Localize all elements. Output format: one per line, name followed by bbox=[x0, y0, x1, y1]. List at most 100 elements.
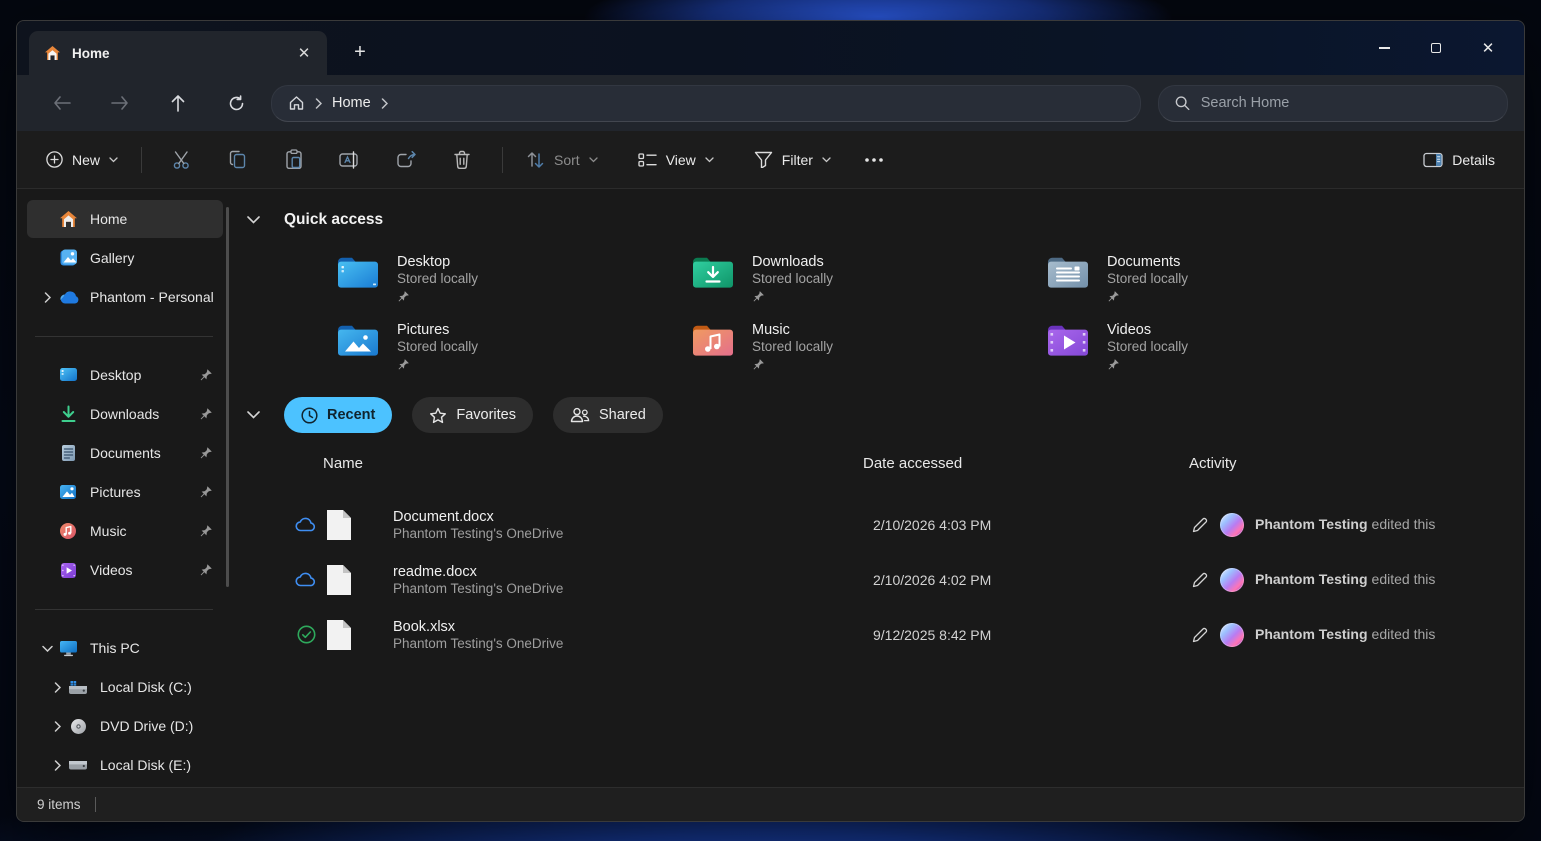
toolbar-divider bbox=[502, 147, 503, 173]
breadcrumb-chevron-icon bbox=[315, 98, 322, 109]
folder-desktop-icon bbox=[335, 253, 381, 291]
maximize-button[interactable] bbox=[1410, 31, 1462, 65]
expand-chevron-icon[interactable] bbox=[47, 682, 67, 693]
new-button[interactable]: New bbox=[35, 141, 129, 179]
tab-home[interactable]: Home ✕ bbox=[29, 31, 327, 75]
sidebar-item-local-disk-c[interactable]: Local Disk (C:) bbox=[37, 668, 223, 706]
column-header-date[interactable]: Date accessed bbox=[863, 455, 962, 472]
address-bar[interactable]: Home bbox=[271, 85, 1141, 122]
folder-music-icon bbox=[690, 321, 736, 359]
sidebar-item-documents[interactable]: Documents bbox=[27, 434, 223, 472]
folder-videos-icon bbox=[1045, 321, 1091, 359]
tile-downloads[interactable]: Downloads Stored locally bbox=[690, 253, 1045, 303]
filter-button[interactable]: Filter bbox=[743, 141, 842, 179]
new-button-label: New bbox=[72, 152, 100, 168]
sidebar-item-music[interactable]: Music bbox=[27, 512, 223, 550]
sidebar-item-dvd-drive-d[interactable]: DVD Drive (D:) bbox=[37, 707, 223, 745]
toolbar-divider bbox=[141, 147, 142, 173]
sidebar-item-pictures[interactable]: Pictures bbox=[27, 473, 223, 511]
file-row-book-xlsx[interactable]: Book.xlsx Phantom Testing's OneDrive 9/1… bbox=[291, 607, 1524, 662]
collapse-chevron-icon[interactable] bbox=[37, 645, 57, 652]
sort-button[interactable]: Sort bbox=[515, 141, 609, 179]
expand-chevron-icon[interactable] bbox=[47, 721, 67, 732]
chevron-down-icon bbox=[589, 157, 598, 163]
rename-button[interactable] bbox=[322, 141, 378, 179]
tile-documents[interactable]: Documents Stored locally bbox=[1045, 253, 1400, 303]
sidebar-item-this-pc[interactable]: This PC bbox=[27, 629, 223, 667]
expand-chevron-icon[interactable] bbox=[37, 292, 57, 303]
file-icon bbox=[321, 619, 361, 651]
new-tab-button[interactable]: + bbox=[343, 37, 377, 67]
pin-icon bbox=[752, 358, 833, 371]
tab-close-icon[interactable]: ✕ bbox=[291, 40, 317, 66]
chevron-down-icon bbox=[705, 157, 714, 163]
refresh-button[interactable] bbox=[213, 85, 259, 121]
sort-icon bbox=[526, 151, 545, 169]
section-collapse-chevron-icon[interactable] bbox=[247, 411, 260, 419]
command-bar: New Sort View bbox=[17, 131, 1524, 189]
avatar bbox=[1220, 513, 1244, 537]
recent-files-list: Name Date accessed Activity Document.doc… bbox=[231, 455, 1524, 662]
share-icon bbox=[396, 150, 417, 170]
paste-icon bbox=[285, 149, 303, 170]
sidebar-scrollbar[interactable] bbox=[226, 207, 229, 587]
tab-recent[interactable]: Recent bbox=[284, 397, 392, 433]
sidebar-item-downloads[interactable]: Downloads bbox=[27, 395, 223, 433]
file-row-document-docx[interactable]: Document.docx Phantom Testing's OneDrive… bbox=[291, 497, 1524, 552]
breadcrumb-home[interactable]: Home bbox=[332, 95, 371, 111]
view-button[interactable]: View bbox=[627, 141, 725, 179]
date-accessed: 2/10/2026 4:02 PM bbox=[873, 572, 1191, 588]
sidebar-item-desktop[interactable]: Desktop bbox=[27, 356, 223, 394]
column-header-name[interactable]: Name bbox=[323, 455, 363, 472]
minimize-icon bbox=[1379, 47, 1390, 48]
paste-button[interactable] bbox=[266, 141, 322, 179]
expand-chevron-icon[interactable] bbox=[47, 760, 67, 771]
edit-pencil-icon bbox=[1191, 571, 1209, 589]
search-input[interactable] bbox=[1201, 95, 1491, 111]
status-bar: 9 items bbox=[17, 787, 1524, 821]
close-button[interactable]: ✕ bbox=[1462, 31, 1514, 65]
sidebar-item-local-disk-e[interactable]: Local Disk (E:) bbox=[37, 746, 223, 784]
tile-desktop[interactable]: Desktop Stored locally bbox=[335, 253, 690, 303]
details-button[interactable]: Details bbox=[1412, 141, 1506, 179]
home-icon bbox=[57, 210, 79, 228]
column-header-activity[interactable]: Activity bbox=[1189, 455, 1237, 472]
tab-favorites[interactable]: Favorites bbox=[412, 397, 533, 433]
onedrive-icon bbox=[57, 290, 79, 304]
sidebar-item-videos[interactable]: Videos bbox=[27, 551, 223, 589]
os-disk-icon bbox=[67, 680, 89, 695]
pin-icon bbox=[752, 290, 833, 303]
quick-access-tiles: Desktop Stored locally Downloads Stored … bbox=[335, 253, 1524, 371]
tile-pictures[interactable]: Pictures Stored locally bbox=[335, 321, 690, 371]
tile-videos[interactable]: Videos Stored locally bbox=[1045, 321, 1400, 371]
section-collapse-chevron-icon[interactable] bbox=[247, 216, 260, 224]
pin-icon bbox=[397, 290, 478, 303]
minimize-button[interactable] bbox=[1358, 31, 1410, 65]
sidebar-item-onedrive[interactable]: Phantom - Personal bbox=[27, 278, 223, 316]
sidebar-item-home[interactable]: Home bbox=[27, 200, 223, 238]
forward-arrow-icon bbox=[111, 96, 129, 110]
tab-shared[interactable]: Shared bbox=[553, 397, 663, 433]
avatar bbox=[1220, 568, 1244, 592]
content-pane: Quick access Desktop Stored locally bbox=[231, 189, 1524, 787]
up-button[interactable] bbox=[155, 85, 201, 121]
forward-button[interactable] bbox=[97, 85, 143, 121]
see-more-button[interactable] bbox=[852, 141, 896, 179]
gallery-icon bbox=[57, 249, 79, 267]
sidebar-item-gallery[interactable]: Gallery bbox=[27, 239, 223, 277]
share-button[interactable] bbox=[378, 141, 434, 179]
delete-button[interactable] bbox=[434, 141, 490, 179]
copy-button[interactable] bbox=[210, 141, 266, 179]
breadcrumb-chevron-icon bbox=[381, 98, 388, 109]
tile-music[interactable]: Music Stored locally bbox=[690, 321, 1045, 371]
filter-icon bbox=[754, 151, 773, 168]
back-button[interactable] bbox=[39, 85, 85, 121]
file-row-readme-docx[interactable]: readme.docx Phantom Testing's OneDrive 2… bbox=[291, 552, 1524, 607]
cut-button[interactable] bbox=[154, 141, 210, 179]
music-icon bbox=[57, 522, 79, 540]
details-button-label: Details bbox=[1452, 152, 1495, 168]
sort-button-label: Sort bbox=[554, 152, 580, 168]
synced-status-icon bbox=[291, 625, 321, 644]
ellipsis-icon bbox=[865, 158, 883, 162]
folder-downloads-icon bbox=[690, 253, 736, 291]
